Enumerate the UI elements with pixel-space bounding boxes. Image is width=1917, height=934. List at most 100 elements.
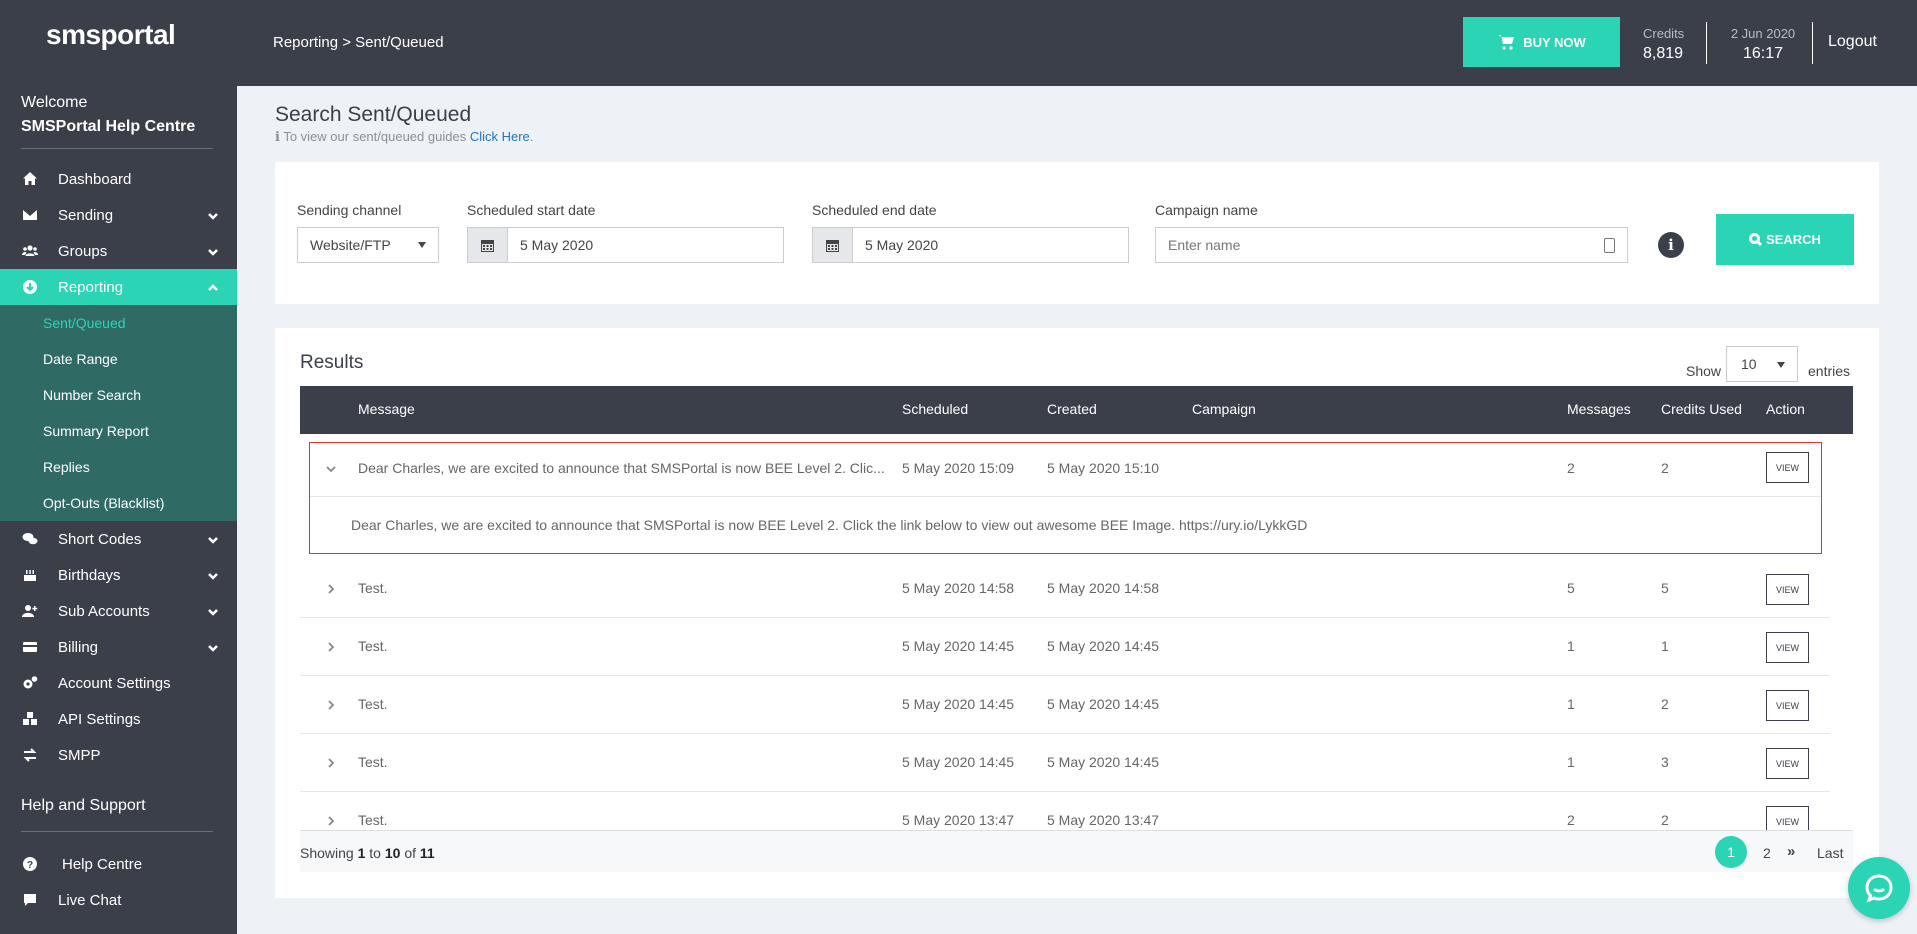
submenu-sent-queued[interactable]: Sent/Queued [0, 305, 237, 341]
top-bar: Reporting > Sent/Queued BUY NOW Credits … [237, 0, 1917, 86]
row-credits: 1 [1661, 638, 1669, 654]
sidebar-item-reporting[interactable]: Reporting [0, 269, 237, 305]
comments-icon [19, 531, 41, 547]
submenu-summary-report[interactable]: Summary Report [0, 413, 237, 449]
guide-period: . [529, 129, 534, 144]
sidebar-item-sending[interactable]: Sending [0, 197, 237, 233]
sidebar-item-account-settings[interactable]: Account Settings [0, 665, 237, 701]
column-created[interactable]: Created [1047, 401, 1097, 417]
column-messages[interactable]: Messages [1567, 401, 1631, 417]
row-messages: 1 [1567, 696, 1575, 712]
column-message[interactable]: Message [358, 401, 415, 417]
row-credits: 2 [1661, 460, 1669, 476]
chevron-right-icon[interactable] [325, 640, 337, 652]
row-scheduled: 5 May 2020 14:45 [902, 754, 1015, 770]
view-button[interactable]: VIEW [1766, 452, 1809, 483]
exchange-icon [19, 747, 41, 763]
credits-value: 8,819 [1643, 45, 1684, 62]
table-row[interactable]: Test. 5 May 2020 14:45 5 May 2020 14:45 … [300, 618, 1830, 676]
sending-channel-label: Sending channel [297, 202, 402, 218]
sidebar-item-dashboard[interactable]: Dashboard [0, 161, 237, 197]
submenu-date-range[interactable]: Date Range [0, 341, 237, 377]
info-icon[interactable]: i [1658, 232, 1684, 258]
submenu-number-search[interactable]: Number Search [0, 377, 237, 413]
chevron-down-icon[interactable] [325, 462, 337, 474]
row-messages: 2 [1567, 812, 1575, 828]
contact-card-icon [1604, 238, 1615, 253]
results-card: Results Show 10 entries Message Schedule… [275, 328, 1879, 898]
sidebar-item-label: Birthdays [58, 566, 121, 584]
table-row[interactable]: Test. 5 May 2020 14:45 5 May 2020 14:45 … [300, 734, 1830, 792]
column-campaign[interactable]: Campaign [1192, 401, 1256, 417]
reporting-submenu: Sent/Queued Date Range Number Search Sum… [0, 305, 237, 521]
search-button[interactable]: SEARCH [1716, 214, 1854, 265]
divider [1812, 22, 1813, 64]
chevron-right-icon[interactable] [325, 582, 337, 594]
page-2-button[interactable]: 2 [1763, 845, 1771, 861]
sidebar-item-label: API Settings [58, 710, 141, 728]
start-date-field[interactable]: 5 May 2020 [467, 227, 784, 263]
campaign-name-input[interactable]: Enter name [1155, 227, 1628, 263]
calendar-icon[interactable] [813, 228, 853, 262]
sidebar-item-live-chat[interactable]: Live Chat [0, 882, 237, 918]
start-date-label: Scheduled start date [467, 202, 596, 218]
view-button[interactable]: VIEW [1766, 574, 1809, 605]
row-message: Test. [358, 638, 388, 654]
column-scheduled[interactable]: Scheduled [902, 401, 968, 417]
view-button[interactable]: VIEW [1766, 632, 1809, 663]
next-page-icon[interactable]: » [1787, 843, 1795, 860]
sidebar-item-api-settings[interactable]: API Settings [0, 701, 237, 737]
view-button[interactable]: VIEW [1766, 690, 1809, 721]
live-chat-button[interactable] [1848, 857, 1910, 919]
chevron-right-icon[interactable] [325, 756, 337, 768]
home-icon [19, 171, 41, 187]
buy-now-button[interactable]: BUY NOW [1463, 17, 1620, 67]
divider [1706, 22, 1707, 64]
last-page-button[interactable]: Last [1817, 845, 1843, 861]
chevron-right-icon[interactable] [325, 814, 337, 826]
guide-note: i To view our sent/queued guides Click H… [275, 129, 533, 145]
entries-per-page-select[interactable]: 10 [1726, 346, 1798, 382]
showing-from: 1 [357, 845, 366, 861]
end-date-label: Scheduled end date [812, 202, 937, 218]
search-filter-card: Sending channel Website/FTP Scheduled st… [275, 162, 1879, 304]
sidebar-nav: Dashboard Sending Groups Reporting Sent/… [0, 161, 237, 773]
cake-icon [19, 567, 41, 583]
view-button[interactable]: VIEW [1766, 748, 1809, 779]
sending-channel-select[interactable]: Website/FTP [297, 227, 439, 263]
sidebar-item-short-codes[interactable]: Short Codes [0, 521, 237, 557]
calendar-icon[interactable] [468, 228, 508, 262]
logo-text-portal: portal [100, 19, 176, 50]
chevron-down-icon [207, 605, 219, 617]
guide-link[interactable]: Click Here [470, 129, 530, 144]
sidebar-item-birthdays[interactable]: Birthdays [0, 557, 237, 593]
table-row[interactable]: Test. 5 May 2020 13:47 5 May 2020 13:47 … [300, 792, 1830, 830]
chevron-right-icon[interactable] [325, 698, 337, 710]
sidebar-item-sub-accounts[interactable]: Sub Accounts [0, 593, 237, 629]
column-credits-used[interactable]: Credits Used [1661, 401, 1742, 417]
sidebar-item-groups[interactable]: Groups [0, 233, 237, 269]
row-scheduled: 5 May 2020 14:45 [902, 696, 1015, 712]
table-row[interactable]: Test. 5 May 2020 14:45 5 May 2020 14:45 … [300, 676, 1830, 734]
page-1-button[interactable]: 1 [1715, 836, 1747, 868]
sidebar-item-help-centre[interactable]: ? Help Centre [0, 846, 237, 882]
sending-channel-value: Website/FTP [310, 237, 391, 253]
end-date-field[interactable]: 5 May 2020 [812, 227, 1129, 263]
submenu-replies[interactable]: Replies [0, 449, 237, 485]
chevron-down-icon [207, 533, 219, 545]
table-row[interactable]: Test. 5 May 2020 14:58 5 May 2020 14:58 … [300, 560, 1830, 618]
sidebar-item-smpp[interactable]: SMPP [0, 737, 237, 773]
table-row[interactable]: Dear Charles, we are excited to announce… [300, 442, 1830, 495]
view-button[interactable]: VIEW [1766, 806, 1809, 830]
guide-text: To view our sent/queued guides [283, 129, 467, 144]
smsportal-logo[interactable]: sms portal [0, 0, 237, 70]
svg-text:?: ? [27, 860, 33, 871]
question-circle-icon: ? [19, 856, 41, 872]
logout-link[interactable]: Logout [1828, 33, 1877, 51]
showing-total: 11 [419, 845, 435, 861]
submenu-opt-outs[interactable]: Opt-Outs (Blacklist) [0, 485, 237, 521]
credits-display: Credits 8,819 [1643, 26, 1684, 63]
search-icon [1749, 233, 1763, 246]
sidebar-item-billing[interactable]: Billing [0, 629, 237, 665]
cart-icon [1498, 35, 1515, 50]
